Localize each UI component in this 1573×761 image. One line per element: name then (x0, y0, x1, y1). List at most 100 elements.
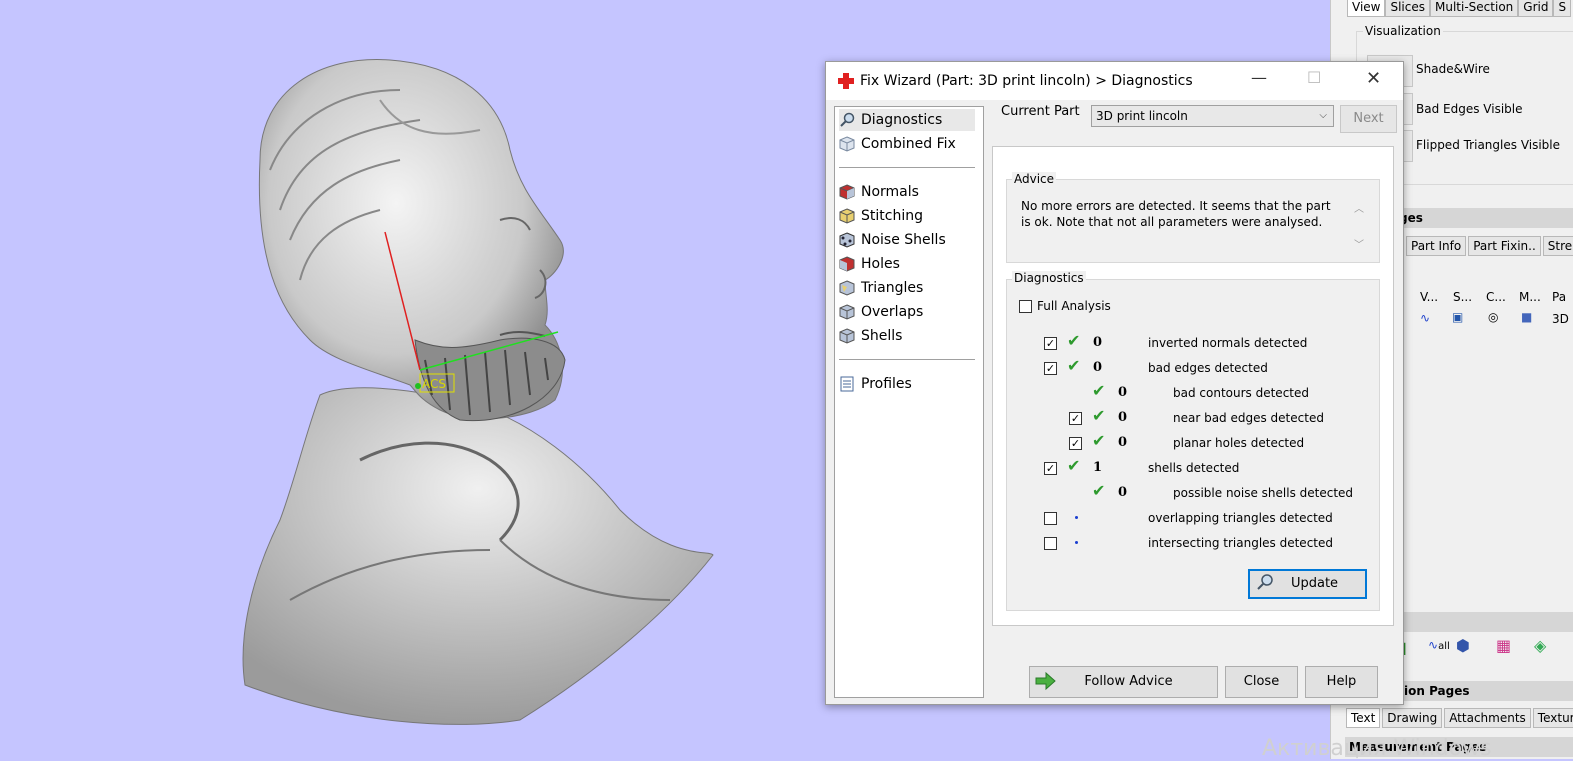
red-cross-icon (838, 73, 854, 89)
shells-count: 1 (1093, 460, 1103, 475)
tab-slices[interactable]: Slices (1385, 0, 1431, 17)
inverted-normals-checkbox[interactable]: ✓ (1044, 337, 1057, 350)
stitching-cube-icon (839, 208, 855, 224)
cube-tool-icon[interactable]: ⬢ (1456, 636, 1470, 655)
tab-view[interactable]: View (1347, 0, 1386, 17)
nav-label: Normals (861, 184, 919, 200)
holes-cube-icon (839, 256, 855, 272)
action-pages-header: ion Pages (1400, 681, 1573, 701)
planar-holes-count: 0 (1118, 435, 1128, 450)
mesh-cube-icon[interactable]: ■ (1521, 310, 1532, 324)
near-bad-edges-count: 0 (1118, 410, 1128, 425)
tab-multi-section[interactable]: Multi-Section (1430, 0, 1519, 17)
close-window-button[interactable]: ✕ (1366, 68, 1381, 89)
bad-edges-count: 0 (1093, 360, 1103, 375)
magnifier-icon (839, 112, 855, 128)
grid-header-m: M... (1519, 290, 1541, 304)
fix-wizard-dialog: Fix Wizard (Part: 3D print lincoln) > Di… (825, 61, 1404, 705)
minimize-button[interactable]: — (1251, 68, 1267, 87)
pending-dot-icon (1075, 516, 1078, 519)
near-bad-edges-checkbox[interactable]: ✓ (1069, 412, 1082, 425)
nav-separator (839, 359, 975, 360)
bad-edges-checkbox[interactable]: ✓ (1044, 362, 1057, 375)
full-analysis-checkbox[interactable] (1019, 300, 1032, 313)
current-part-select[interactable]: 3D print lincoln ⌵ (1091, 105, 1334, 127)
planar-holes-checkbox[interactable]: ✓ (1069, 437, 1082, 450)
shaded-cube-icon[interactable]: ▣ (1452, 310, 1463, 324)
tab-part-info[interactable]: Part Info (1406, 236, 1467, 256)
tab-stre[interactable]: Stre (1542, 236, 1573, 256)
nav-stitching[interactable]: Stitching (839, 205, 923, 227)
diagnostics-title: Diagnostics (1012, 271, 1086, 285)
view-tabs: View Slices Multi-Section Grid S (1347, 0, 1572, 17)
shells-checkbox[interactable]: ✓ (1044, 462, 1057, 475)
nav-holes[interactable]: Holes (839, 253, 900, 275)
check-icon: ✔ (1092, 431, 1106, 450)
normals-cube-icon (839, 184, 855, 200)
texture-tool-icon[interactable]: ◈ (1534, 636, 1546, 655)
tab-drawing[interactable]: Drawing (1382, 708, 1443, 728)
dialog-titlebar[interactable]: Fix Wizard (Part: 3D print lincoln) > Di… (826, 62, 1403, 100)
help-button[interactable]: Help (1305, 666, 1378, 698)
tab-attachments[interactable]: Attachments (1444, 708, 1531, 728)
magnifier-icon (1256, 573, 1274, 601)
nav-normals[interactable]: Normals (839, 181, 919, 203)
follow-advice-label: Follow Advice (1084, 674, 1173, 689)
advice-title: Advice (1012, 172, 1057, 186)
noise-shells-count: 0 (1118, 485, 1128, 500)
check-icon: ✔ (1092, 381, 1106, 400)
intersecting-triangles-label: intersecting triangles detected (1148, 536, 1333, 550)
scroll-down-icon[interactable]: ﹀ (1354, 236, 1364, 251)
tab-part-fixing[interactable]: Part Fixin.. (1468, 236, 1541, 256)
lincoln-bust-model[interactable]: ACS (200, 40, 730, 730)
nav-triangles[interactable]: Triangles (839, 277, 923, 299)
nav-label: Noise Shells (861, 232, 946, 248)
bad-edges-visible-label: Bad Edges Visible (1416, 102, 1523, 116)
nav-label: Combined Fix (861, 136, 956, 152)
next-button[interactable]: Next (1340, 105, 1397, 133)
nav-combined-fix[interactable]: Combined Fix (839, 133, 956, 155)
tab-text[interactable]: Text (1346, 708, 1381, 728)
nav-label: Stitching (861, 208, 923, 224)
overlaps-cube-icon (839, 304, 855, 320)
nav-label: Shells (861, 328, 903, 344)
visible-icon[interactable]: ∿ (1420, 311, 1430, 325)
nav-overlaps[interactable]: Overlaps (839, 301, 923, 323)
nav-profiles[interactable]: Profiles (839, 373, 912, 395)
grid-header-c: C... (1486, 290, 1506, 304)
follow-advice-button[interactable]: Follow Advice (1029, 666, 1218, 698)
colored-blocks-icon[interactable]: ▦ (1496, 636, 1511, 655)
check-icon: ✔ (1067, 331, 1081, 350)
nav-diagnostics[interactable]: Diagnostics (839, 109, 975, 131)
tab-s[interactable]: S (1553, 0, 1572, 17)
nav-noise-shells[interactable]: Noise Shells (839, 229, 946, 251)
tab-textures[interactable]: Textur (1532, 708, 1573, 728)
pages-header: ges (1395, 208, 1573, 228)
full-analysis-label: Full Analysis (1037, 299, 1111, 313)
visualization-title: Visualization (1363, 24, 1443, 38)
color-circle-icon[interactable]: ◎ (1488, 310, 1498, 324)
nav-shells[interactable]: Shells (839, 325, 902, 347)
document-icon (839, 376, 855, 392)
advice-group: No more errors are detected. It seems th… (1006, 179, 1380, 263)
inverted-normals-count: 0 (1093, 335, 1103, 350)
close-button[interactable]: Close (1225, 666, 1298, 698)
near-bad-edges-label: near bad edges detected (1173, 411, 1324, 425)
all-icon[interactable]: ∿all (1428, 638, 1450, 652)
nav-label: Triangles (861, 280, 924, 296)
triangles-cube-icon (839, 280, 855, 296)
shells-label: shells detected (1148, 461, 1240, 475)
intersecting-triangles-checkbox[interactable] (1044, 537, 1057, 550)
update-button[interactable]: Update (1248, 569, 1367, 599)
scroll-up-icon[interactable]: ︿ (1354, 200, 1364, 215)
tab-grid[interactable]: Grid (1518, 0, 1554, 17)
nav-label: Overlaps (861, 304, 924, 320)
cube-icon (839, 136, 855, 152)
bad-contours-count: 0 (1118, 385, 1128, 400)
inverted-normals-label: inverted normals detected (1148, 336, 1308, 350)
pending-dot-icon (1075, 541, 1078, 544)
maximize-button[interactable]: ☐ (1307, 68, 1321, 87)
update-label: Update (1290, 576, 1339, 591)
action-tabs: Text Drawing Attachments Textur (1346, 708, 1573, 728)
overlapping-triangles-checkbox[interactable] (1044, 512, 1057, 525)
